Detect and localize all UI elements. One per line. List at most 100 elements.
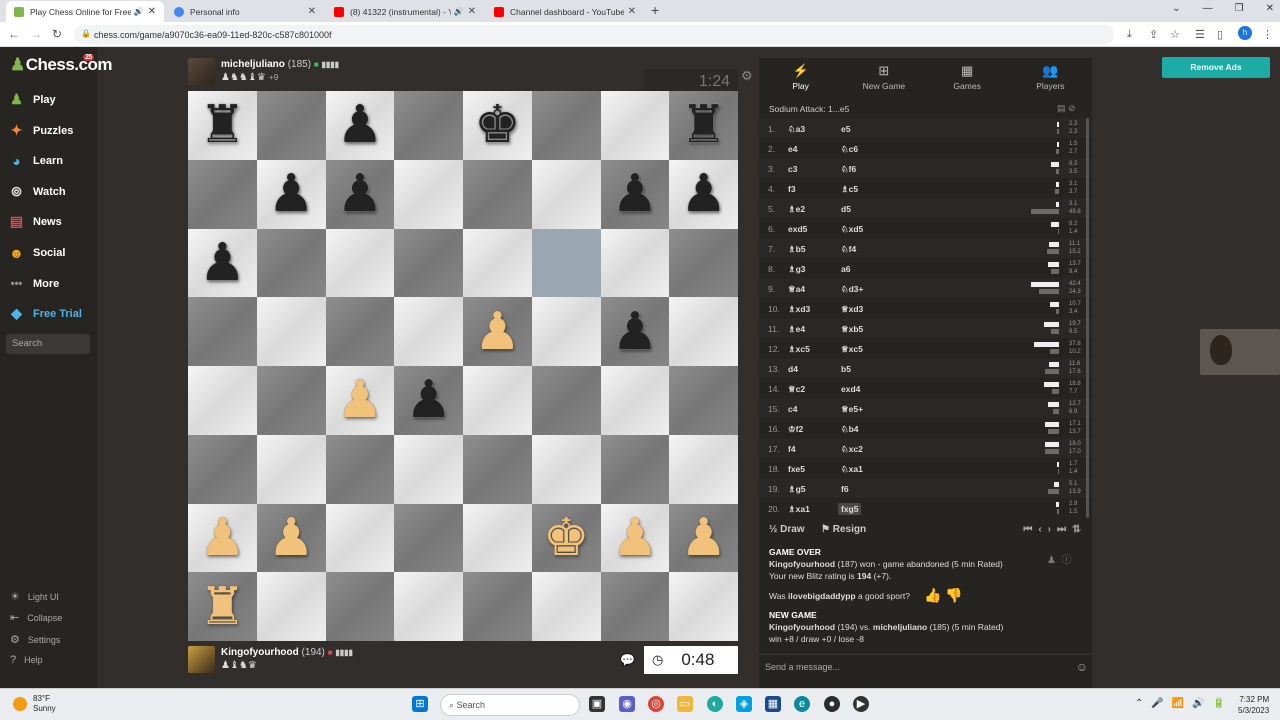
black-move[interactable]: ♘xa1	[841, 464, 863, 475]
top-player-name[interactable]: micheljuliano (185) ■ ▮▮▮▮	[221, 59, 339, 70]
board-square[interactable]	[394, 434, 463, 504]
board-square[interactable]	[600, 366, 670, 435]
black-rook-piece[interactable]: ♜	[680, 99, 727, 151]
white-move[interactable]: ♔f2	[788, 424, 803, 435]
side-panel-icon[interactable]: ▯	[1217, 28, 1223, 41]
white-move[interactable]: ♕a4	[788, 284, 805, 295]
board-square[interactable]	[600, 572, 670, 641]
white-move[interactable]: ♗xc5	[788, 344, 810, 355]
board-square[interactable]: ♟	[669, 503, 738, 573]
board-square[interactable]	[394, 228, 463, 298]
sidebar-search-input[interactable]: Search	[6, 334, 90, 354]
close-window-icon[interactable]: ✕	[1266, 3, 1274, 14]
board-square[interactable]: ♟	[325, 91, 395, 160]
menu-kebab-icon[interactable]: ⋮	[1262, 28, 1273, 41]
weather-widget[interactable]: 83°F Sunny	[13, 694, 56, 714]
chess-logo[interactable]: ♟Chess.com 25	[10, 54, 112, 75]
board-square[interactable]: ♟	[325, 159, 395, 229]
white-pawn-piece[interactable]: ♟	[474, 306, 521, 358]
board-square[interactable]	[463, 572, 532, 641]
draw-button[interactable]: ½ Draw	[769, 524, 805, 535]
browser-tab-chess[interactable]: Play Chess Online for Free w 🔊 ✕	[6, 1, 164, 22]
book-icon[interactable]: ▤	[1057, 103, 1066, 113]
chat-bubble-icon[interactable]: 💬	[620, 653, 635, 667]
speaker-icon[interactable]: 🔊	[454, 7, 464, 16]
minimize-icon[interactable]: —	[1203, 3, 1213, 14]
board-square[interactable]	[188, 159, 257, 229]
profile-avatar[interactable]: h	[1238, 26, 1252, 40]
close-tab-icon[interactable]: ✕	[308, 6, 316, 17]
board-square[interactable]	[256, 572, 326, 641]
board-square[interactable]: ♜	[188, 572, 257, 641]
tab-games[interactable]: ▦ Games	[926, 58, 1009, 96]
task-view-icon[interactable]: ▣	[589, 696, 605, 712]
sidebar-settings[interactable]: ⚙ Settings	[10, 633, 60, 646]
board-square[interactable]: ♟	[463, 297, 532, 366]
board-square[interactable]: ♟	[394, 366, 463, 435]
windows-start-icon[interactable]: ⊞	[412, 696, 428, 712]
sidebar-item-social[interactable]: ☻ Social	[8, 244, 65, 261]
white-move[interactable]: f3	[788, 184, 796, 194]
edge-icon[interactable]: e	[794, 696, 810, 712]
board-square[interactable]: ♚	[531, 503, 601, 573]
white-move[interactable]: f4	[788, 444, 796, 454]
settings-icon[interactable]: ⊘	[1068, 103, 1076, 113]
sidebar-help[interactable]: ? Help	[10, 654, 43, 666]
board-square[interactable]: ♚	[463, 91, 532, 160]
board-square[interactable]	[256, 228, 326, 298]
board-square[interactable]	[600, 434, 670, 504]
white-move[interactable]: ♗xa1	[788, 504, 810, 515]
board-square[interactable]: ♟	[600, 503, 670, 573]
white-pawn-piece[interactable]: ♟	[612, 512, 659, 564]
next-move-icon[interactable]: ›	[1048, 524, 1057, 535]
board-square[interactable]	[325, 434, 395, 504]
board-square[interactable]	[325, 297, 395, 366]
thumbs-down-icon[interactable]: 👎	[945, 587, 962, 603]
white-pawn-piece[interactable]: ♟	[680, 512, 727, 564]
resign-button[interactable]: ⚑ Resign	[821, 524, 866, 535]
app-icon[interactable]: ◐	[707, 696, 723, 712]
white-move[interactable]: ♗g5	[788, 484, 806, 495]
black-pawn-piece[interactable]: ♟	[612, 306, 659, 358]
black-move[interactable]: ♕xb5	[841, 324, 863, 335]
teams-icon[interactable]: ◉	[619, 696, 635, 712]
tab-new-game[interactable]: ⊞ New Game	[842, 58, 925, 96]
sidebar-item-play[interactable]: ♟ Play	[8, 91, 55, 108]
black-move[interactable]: e5	[841, 124, 850, 134]
board-settings-gear-icon[interactable]: ⚙	[741, 68, 753, 84]
board-square[interactable]: ♟	[188, 228, 257, 298]
restore-icon[interactable]: ❐	[1235, 3, 1244, 14]
black-move[interactable]: b5	[841, 364, 851, 374]
board-square[interactable]	[188, 366, 257, 435]
sidebar-item-free-trial[interactable]: ◆ Free Trial	[8, 305, 82, 322]
white-move[interactable]: ♗e2	[788, 204, 805, 215]
reload-icon[interactable]: ↻	[52, 27, 62, 41]
board-square[interactable]: ♟	[600, 159, 670, 229]
board-square[interactable]	[669, 366, 738, 435]
board-square[interactable]	[325, 503, 395, 573]
back-icon[interactable]: ←	[8, 27, 20, 41]
board-square[interactable]: ♟	[325, 366, 395, 435]
black-move[interactable]: ♗c5	[841, 184, 858, 195]
last-move-icon[interactable]: ⏭	[1057, 524, 1072, 535]
lock-icon[interactable]: 🔒	[81, 29, 91, 38]
board-square[interactable]	[669, 297, 738, 366]
board-square[interactable]	[394, 503, 463, 573]
black-move[interactable]: ♘xd5	[841, 224, 863, 235]
black-move[interactable]: ♘b4	[841, 424, 859, 435]
browser-tab-youtube-studio[interactable]: Channel dashboard - YouTube St ✕	[486, 1, 644, 22]
close-tab-icon[interactable]: ✕	[468, 6, 476, 17]
white-move[interactable]: d4	[788, 364, 798, 374]
white-rook-piece[interactable]: ♜	[199, 581, 246, 633]
opening-name[interactable]: Sodium Attack: 1...e5	[769, 104, 849, 114]
system-tray[interactable]: ⌃🎤📶🔊🔋	[1135, 698, 1233, 709]
sidebar-item-news[interactable]: ▤ News	[8, 213, 62, 230]
sidebar-item-puzzles[interactable]: ✦ Puzzles	[8, 122, 74, 139]
store-icon[interactable]: ▦	[765, 696, 781, 712]
board-square[interactable]	[463, 366, 532, 435]
board-square[interactable]	[256, 297, 326, 366]
board-square[interactable]	[531, 366, 601, 435]
board-square[interactable]	[669, 228, 738, 298]
white-move[interactable]: ♗b5	[788, 244, 806, 255]
close-tab-icon[interactable]: ✕	[628, 6, 636, 17]
